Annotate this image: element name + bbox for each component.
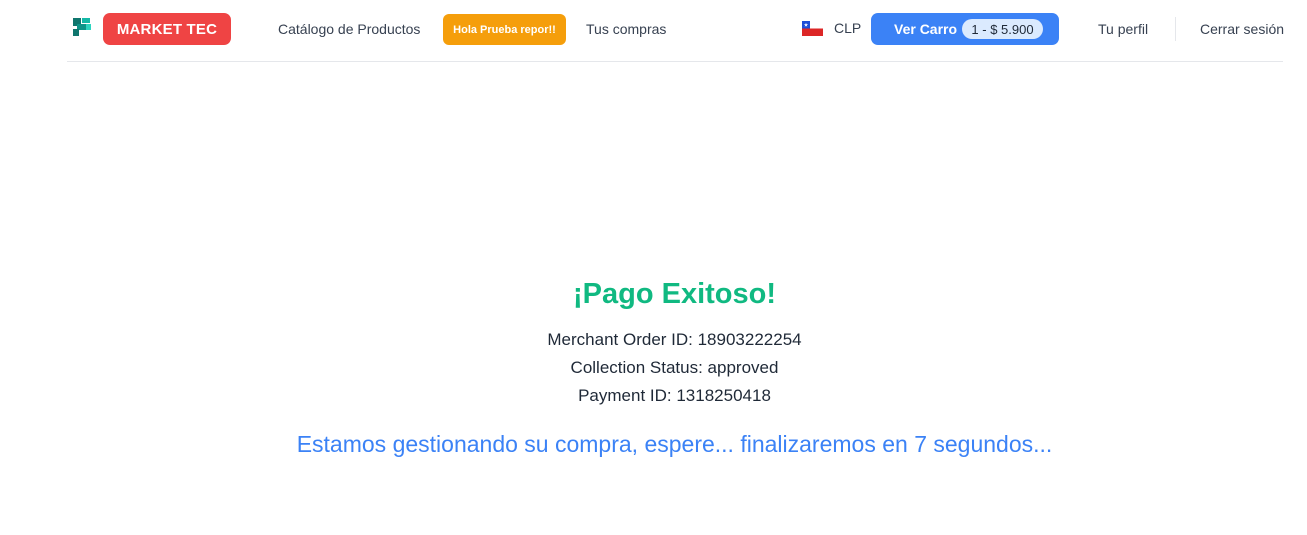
merchant-order-id: Merchant Order ID: 18903222254	[547, 330, 802, 349]
processing-message: Estamos gestionando su compra, espere...…	[296, 431, 1053, 457]
success-title: ¡Pago Exitoso!	[572, 278, 776, 310]
collection-status: Collection Status: approved	[570, 358, 779, 377]
payment-result: ¡Pago Exitoso! Merchant Order ID: 189032…	[0, 0, 1307, 535]
page: MARKET TEC Catálogo de Productos Hola Pr…	[0, 0, 1307, 535]
payment-id: Payment ID: 1318250418	[578, 386, 771, 405]
